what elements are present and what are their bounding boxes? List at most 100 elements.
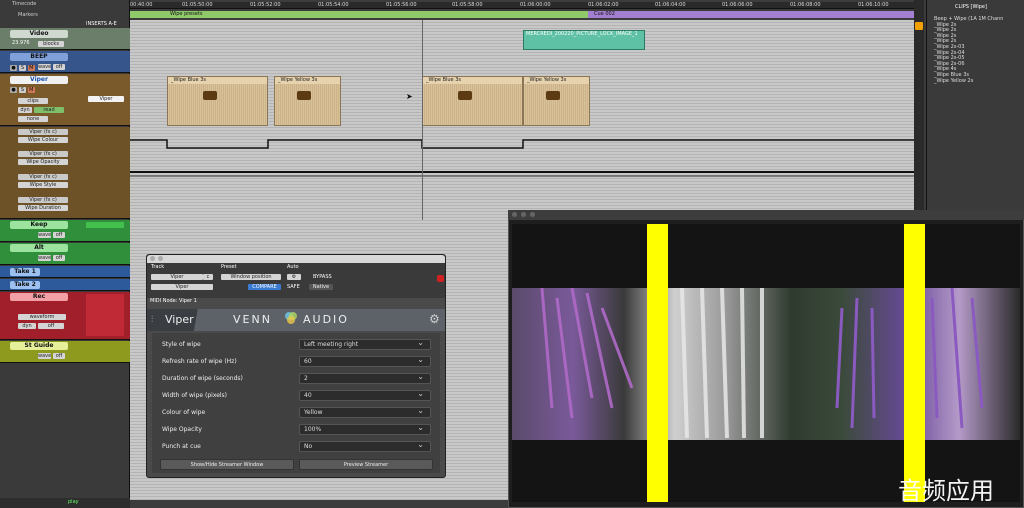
marker-bar-cue[interactable]: Cue 002 [588, 11, 916, 18]
param-width[interactable]: Width of wipe (pixels) 40 [162, 389, 432, 402]
beep-view[interactable]: wave [38, 64, 51, 70]
track-c-button[interactable]: c [203, 274, 213, 280]
rec-enable-icon[interactable]: ● [10, 87, 17, 93]
rec-dyn[interactable]: dyn [18, 323, 36, 329]
track-keep[interactable]: Keep wave off [0, 220, 130, 242]
close-icon[interactable] [512, 212, 517, 217]
clip-wipe-yellow[interactable]: _Wipe Yellow 3s [274, 76, 341, 126]
param-style-of-wipe[interactable]: Style of wipe Left meeting right [162, 338, 432, 351]
param-dropdown[interactable]: 40 [299, 389, 431, 401]
track-select[interactable]: Viper [151, 274, 203, 280]
viper-insert-slot[interactable]: Viper [88, 96, 124, 102]
param-dropdown[interactable]: No [299, 440, 431, 452]
track-name-alt[interactable]: Alt [10, 244, 68, 252]
bypass-button[interactable]: BYPASS [313, 274, 332, 281]
minimize-icon[interactable] [158, 256, 163, 261]
track-alt[interactable]: Alt wave off [0, 243, 130, 265]
param-punch[interactable]: Punch at cue No [162, 440, 432, 453]
rec-view[interactable]: waveform [18, 314, 66, 320]
mute-button[interactable]: M [27, 65, 35, 71]
viper-view[interactable]: clips [18, 98, 48, 104]
track-take1[interactable]: Take 1 [0, 266, 130, 278]
preview-streamer-button[interactable]: Preview Streamer [299, 459, 433, 470]
close-icon[interactable] [150, 256, 155, 261]
solo-button[interactable]: S [18, 87, 26, 93]
track-beep[interactable]: BEEP ● S M wave off [0, 51, 130, 73]
clip-wipe-blue-2[interactable]: _Wipe Blue 3s [422, 76, 523, 126]
keep-view[interactable]: wave [38, 232, 51, 238]
lane-param[interactable]: Wipe Opacity [18, 159, 68, 165]
keep-auto[interactable]: off [53, 232, 65, 238]
plugin-window[interactable]: Track Preset Auto Viper c Viper Window p… [146, 254, 446, 478]
native-button[interactable]: Native [309, 284, 333, 290]
lane-param[interactable]: Wipe Duration [18, 205, 68, 211]
guide-view[interactable]: wave [38, 353, 51, 359]
param-refresh-rate[interactable]: Refresh rate of wipe (Hz) 60 [162, 355, 432, 368]
clip-wipe-blue[interactable]: _Wipe Blue 3s [167, 76, 268, 126]
lane-1[interactable]: Viper (fx c) Wipe Colour [18, 129, 68, 143]
alt-view[interactable]: wave [38, 255, 51, 261]
compare-button[interactable]: COMPARE [248, 284, 281, 290]
timecode-ruler[interactable]: 00:40:00 01:05:50:00 01:05:52:00 01:05:5… [130, 2, 916, 9]
lane-3[interactable]: Viper (fx c) Wipe Style [18, 174, 68, 188]
lane-param[interactable]: Wipe Colour [18, 137, 68, 143]
safe-button[interactable]: SAFE [287, 284, 300, 291]
guide-auto[interactable]: off [53, 353, 65, 359]
zoom-icon[interactable] [915, 22, 923, 30]
beep-buttons[interactable]: ● S M [10, 64, 35, 71]
track-name-beep[interactable]: BEEP [10, 53, 68, 61]
video-clip[interactable]: MERCREDI_200220_PICTURE_LOCK_IMAGE_1 [523, 30, 645, 50]
mute-button[interactable]: M [27, 87, 35, 93]
rec-auto[interactable]: off [38, 323, 64, 329]
preset-select[interactable]: Window position [221, 274, 281, 280]
track-name-guide[interactable]: St Guide [10, 342, 68, 350]
track-name-take1[interactable]: Take 1 [10, 268, 40, 276]
param-duration[interactable]: Duration of wipe (seconds) 2 [162, 372, 432, 385]
alt-auto[interactable]: off [53, 255, 65, 261]
marker-bar-wipe-presets[interactable]: Wipe presets [130, 11, 588, 18]
zoom-window-icon[interactable] [530, 212, 535, 217]
insert-select[interactable]: Viper [151, 284, 213, 290]
track-name-video[interactable]: Video [10, 30, 68, 38]
lane-plugin[interactable]: Viper (fx c) [18, 197, 68, 203]
solo-button[interactable]: S [18, 65, 26, 71]
lane-param[interactable]: Wipe Style [18, 182, 68, 188]
video-window-titlebar[interactable] [508, 210, 1024, 220]
viper-auto[interactable]: read [34, 107, 64, 113]
show-hide-streamer-button[interactable]: Show/Hide Streamer Window [160, 459, 294, 470]
insert-green[interactable] [86, 222, 124, 228]
param-dropdown[interactable]: 100% [299, 423, 431, 435]
track-name-viper[interactable]: Viper [10, 76, 68, 84]
param-dropdown[interactable]: 2 [299, 372, 431, 384]
track-video[interactable]: Video 23.976 blocks [0, 28, 130, 50]
param-dropdown[interactable]: 60 [299, 355, 431, 367]
plugin-titlebar[interactable] [147, 255, 445, 263]
viper-none[interactable]: none [18, 116, 48, 122]
video-view-select[interactable]: blocks [38, 41, 64, 47]
track-rec[interactable]: Rec waveform dyn off [0, 292, 130, 340]
gear-icon[interactable]: ⚙ [429, 312, 440, 326]
power-icon[interactable] [437, 275, 444, 282]
lane-plugin[interactable]: Viper (fx c) [18, 129, 68, 135]
clip-wipe-yellow-2[interactable]: _Wipe Yellow 3s [523, 76, 590, 126]
lane-plugin[interactable]: Viper (fx c) [18, 151, 68, 157]
track-name-rec[interactable]: Rec [10, 293, 68, 301]
insert-red[interactable] [86, 294, 124, 336]
lane-4[interactable]: Viper (fx c) Wipe Duration [18, 197, 68, 211]
param-opacity[interactable]: Wipe Opacity 100% [162, 423, 432, 436]
viper-buttons[interactable]: ● S M [10, 86, 35, 93]
playhead[interactable] [422, 20, 423, 220]
auto-button[interactable]: ⚙ [287, 274, 301, 280]
clips-list-item[interactable]: _Wipe Yellow 2s [934, 78, 973, 84]
track-viper[interactable]: Viper ● S M clips dyn read none Viper [0, 74, 130, 126]
track-guide[interactable]: St Guide wave off [0, 341, 130, 363]
lane-plugin[interactable]: Viper (fx c) [18, 174, 68, 180]
track-name-take2[interactable]: Take 2 [10, 281, 40, 289]
track-take2[interactable]: Take 2 [0, 279, 130, 291]
beep-auto[interactable]: off [53, 64, 65, 70]
track-name-keep[interactable]: Keep [10, 221, 68, 229]
minimize-icon[interactable] [521, 212, 526, 217]
rec-enable-icon[interactable]: ● [10, 65, 17, 71]
viper-dyn[interactable]: dyn [18, 107, 32, 113]
play-label[interactable]: play [68, 499, 79, 505]
